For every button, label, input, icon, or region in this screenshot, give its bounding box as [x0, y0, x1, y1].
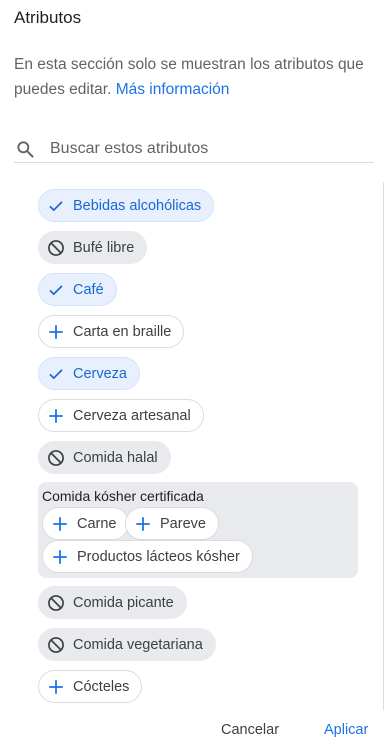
plus-icon [46, 677, 66, 697]
check-icon [46, 196, 66, 216]
chip-carta-en-braille[interactable]: Carta en braille [38, 315, 185, 348]
chip-bufe-libre[interactable]: Bufé libre [38, 231, 148, 264]
more-info-link[interactable]: Más información [116, 81, 230, 98]
group-label: Comida kósher certificada [42, 488, 204, 504]
plus-icon [46, 322, 66, 342]
chip-label: Bufé libre [73, 239, 135, 256]
chip-label: Productos lácteos kósher [77, 548, 240, 565]
chip-pareve[interactable]: Pareve [125, 507, 219, 540]
chip-bebidas-alcoholicas[interactable]: Bebidas alcohólicas [38, 189, 215, 222]
chip-label: Comida halal [73, 449, 158, 466]
chip-label: Comida picante [73, 594, 174, 611]
chip-label: Cócteles [73, 678, 130, 695]
search-input[interactable] [50, 137, 350, 161]
chip-label: Carta en braille [73, 323, 172, 340]
chip-label: Carne [77, 515, 117, 532]
chip-cerveza[interactable]: Cerveza [38, 357, 140, 390]
block-icon [46, 593, 66, 613]
apply-button[interactable]: Aplicar [324, 722, 368, 738]
check-icon [46, 364, 66, 384]
chip-comida-picante[interactable]: Comida picante [38, 586, 187, 619]
attribute-list[interactable]: Bebidas alcohólicas Bufé libre Café Cart… [14, 182, 386, 710]
chip-cafe[interactable]: Café [38, 273, 117, 306]
chip-productos-lacteos-kosher[interactable]: Productos lácteos kósher [42, 540, 253, 573]
chip-cocteles[interactable]: Cócteles [38, 670, 143, 703]
chip-label: Cerveza artesanal [73, 407, 191, 424]
chip-label: Cerveza [73, 365, 127, 382]
plus-icon [46, 406, 66, 426]
kosher-group: Comida kósher certificada Carne Pareve P… [38, 482, 358, 578]
chip-label: Pareve [160, 515, 206, 532]
check-icon [46, 280, 66, 300]
block-icon [46, 635, 66, 655]
search-bar [14, 136, 374, 163]
cancel-button[interactable]: Cancelar [221, 722, 279, 738]
chip-cerveza-artesanal[interactable]: Cerveza artesanal [38, 399, 204, 432]
search-icon [15, 139, 35, 159]
chip-label: Comida vegetariana [73, 636, 203, 653]
dialog-title: Atributos [14, 8, 82, 27]
chip-label: Café [73, 281, 104, 298]
plus-icon [133, 514, 153, 534]
chip-comida-halal[interactable]: Comida halal [38, 441, 171, 474]
block-icon [46, 238, 66, 258]
plus-icon [50, 547, 70, 567]
chip-label: Bebidas alcohólicas [73, 197, 202, 214]
plus-icon [50, 514, 70, 534]
block-icon [46, 448, 66, 468]
description: En esta sección solo se muestran los atr… [14, 52, 374, 102]
chip-comida-vegetariana[interactable]: Comida vegetariana [38, 628, 216, 661]
scrollbar-track[interactable] [383, 182, 384, 710]
chip-carne[interactable]: Carne [42, 507, 129, 540]
